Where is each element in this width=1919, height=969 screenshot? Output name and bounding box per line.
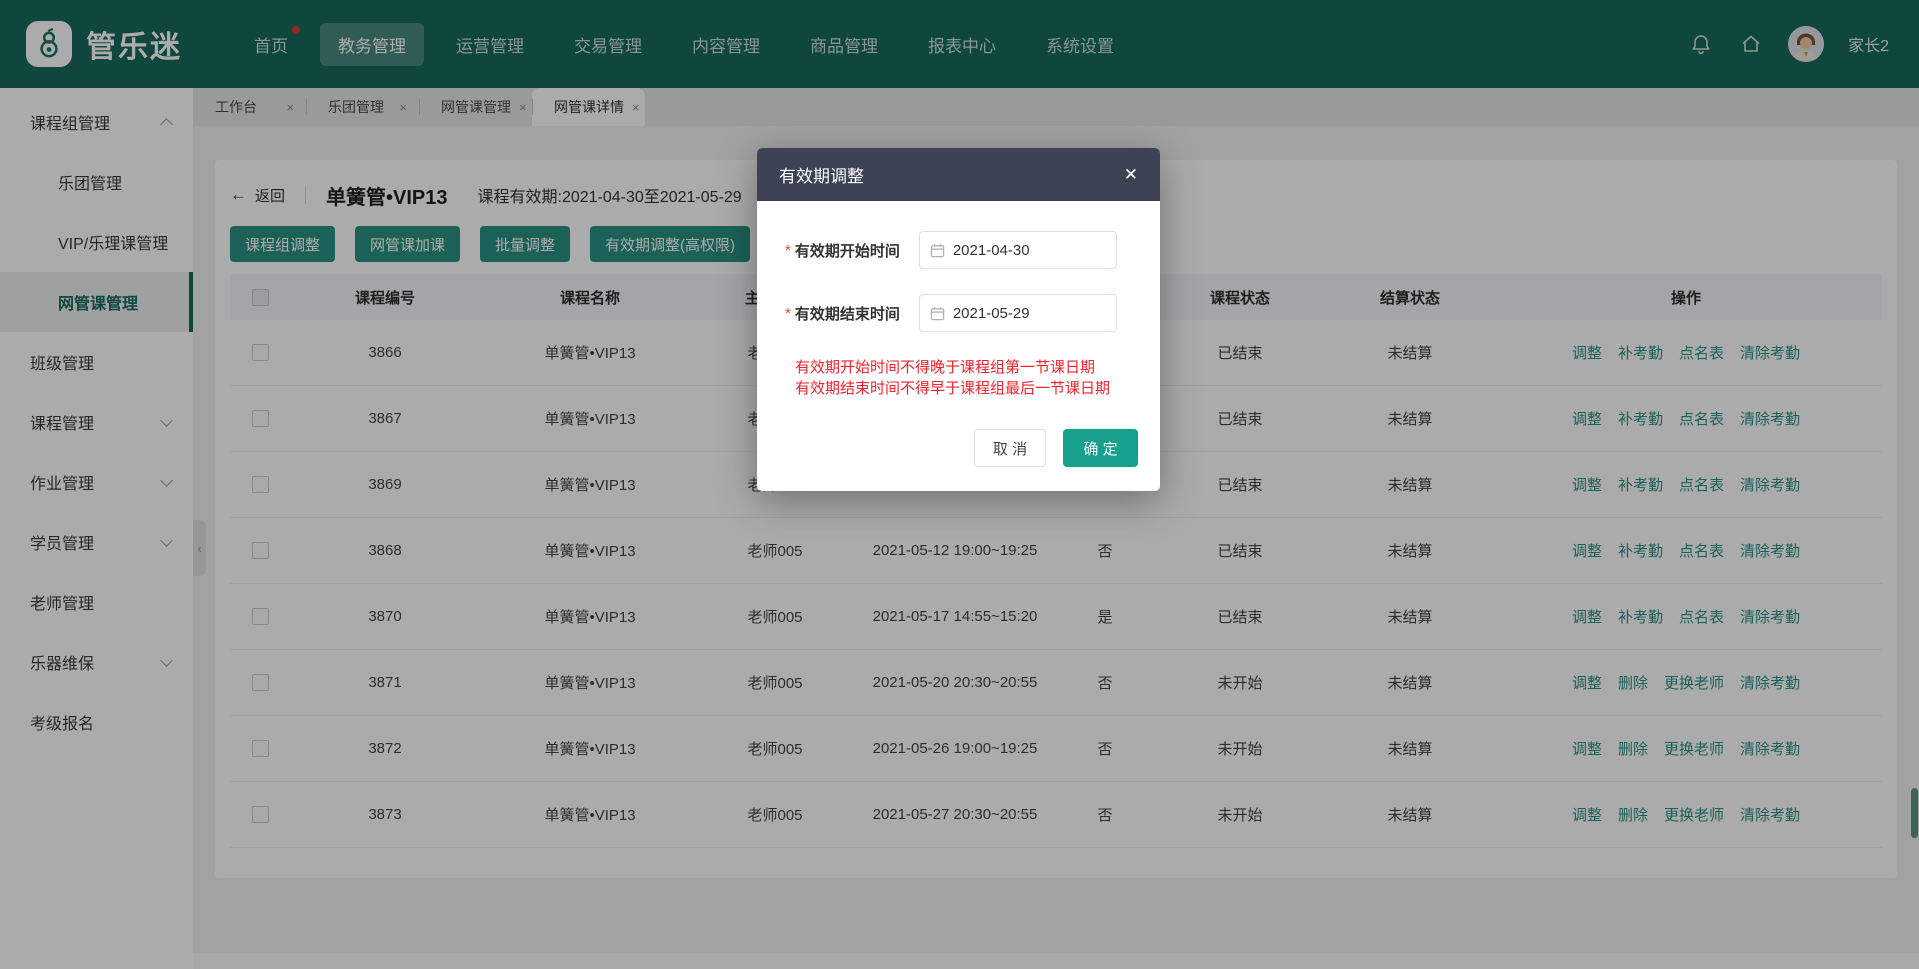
end-date-field: * 有效期结束时间 2021-05-29 <box>785 294 1160 332</box>
validity-adjust-modal: 有效期调整 ✕ * 有效期开始时间 2021-04-30 * 有效期结束时间 <box>757 148 1160 491</box>
modal-header: 有效期调整 ✕ <box>757 148 1160 201</box>
calendar-icon <box>930 306 945 321</box>
required-asterisk: * <box>785 305 791 322</box>
confirm-button[interactable]: 确 定 <box>1063 429 1138 467</box>
calendar-icon <box>930 243 945 258</box>
modal-footer: 取 消 确 定 <box>974 429 1138 467</box>
end-date-label: 有效期结束时间 <box>795 303 907 324</box>
close-icon[interactable]: ✕ <box>1124 165 1138 185</box>
warning-line: 有效期开始时间不得晚于课程组第一节课日期 <box>795 357 1160 378</box>
start-date-label: 有效期开始时间 <box>795 240 907 261</box>
cancel-button[interactable]: 取 消 <box>974 429 1046 467</box>
end-date-input[interactable]: 2021-05-29 <box>919 294 1117 332</box>
start-date-field: * 有效期开始时间 2021-04-30 <box>785 231 1160 269</box>
start-date-value: 2021-04-30 <box>953 242 1030 259</box>
modal-title: 有效期调整 <box>779 162 864 187</box>
modal-body: * 有效期开始时间 2021-04-30 * 有效期结束时间 20 <box>757 201 1160 399</box>
warning-line: 有效期结束时间不得早于课程组最后一节课日期 <box>795 378 1160 399</box>
start-date-input[interactable]: 2021-04-30 <box>919 231 1117 269</box>
end-date-value: 2021-05-29 <box>953 305 1030 322</box>
required-asterisk: * <box>785 242 791 259</box>
